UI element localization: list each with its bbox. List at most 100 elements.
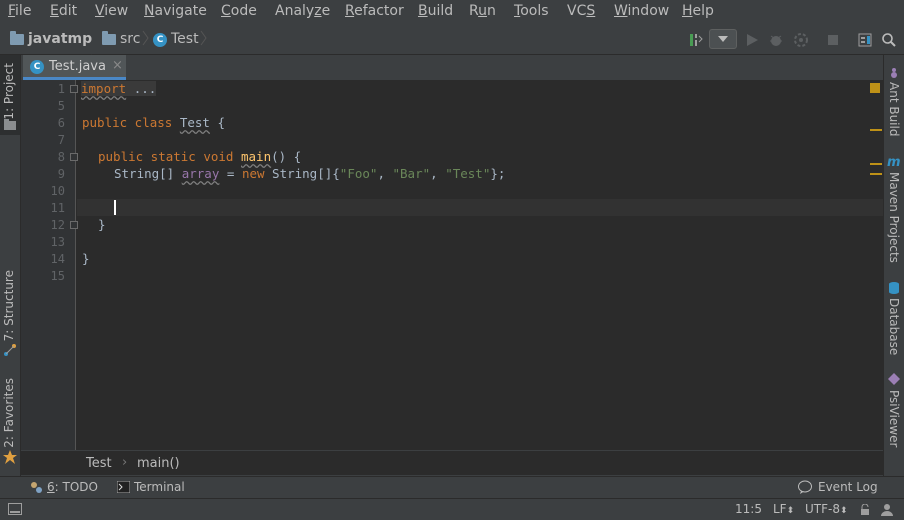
run-config-dropdown[interactable] [709, 29, 737, 49]
build-project-icon[interactable] [688, 32, 704, 48]
menu-vcs[interactable]: VCS [567, 3, 595, 19]
breadcrumb-separator: › [122, 455, 128, 470]
svg-text:m: m [887, 155, 901, 167]
line-number: 9 [57, 167, 65, 181]
code-line-array: String[] array = new String[]{"Foo", "Ba… [114, 166, 506, 181]
database-tool-label[interactable]: Database [887, 298, 901, 355]
breadcrumb-project[interactable]: javatmp [28, 31, 92, 47]
warning-marker[interactable] [870, 129, 882, 131]
folder-icon [102, 31, 116, 45]
terminal-icon [117, 481, 130, 493]
coverage-icon[interactable] [793, 32, 809, 48]
database-icon [889, 282, 899, 294]
toggle-tool-windows-icon[interactable] [8, 503, 22, 515]
class-icon: C [153, 33, 167, 47]
psi-viewer-tool-label[interactable]: PsiViewer [887, 390, 901, 447]
project-structure-icon[interactable] [857, 32, 873, 48]
ant-build-tool-label[interactable]: Ant Build [887, 82, 901, 136]
navigation-bar: javatmp src C Test [0, 24, 904, 70]
menu-help[interactable]: Help [682, 3, 714, 19]
line-number: 12 [50, 218, 65, 232]
breadcrumb-class[interactable]: Test [171, 31, 199, 47]
event-log-button[interactable]: Event Log [818, 480, 878, 494]
structure-icon [4, 344, 16, 356]
project-tool-icon [4, 119, 16, 130]
stop-icon[interactable] [825, 32, 841, 48]
psi-viewer-icon [888, 373, 900, 385]
menu-run[interactable]: Run [469, 3, 496, 19]
lock-icon[interactable] [860, 504, 870, 515]
menu-analyze[interactable]: Analyze [275, 3, 330, 19]
text-caret [114, 200, 116, 215]
code-line-close-class: } [82, 251, 90, 266]
todo-tool-button[interactable]: 6: TODO [47, 480, 98, 494]
code-line-main: public static void main() { [98, 149, 302, 164]
tool-window-bar: 6: TODO Terminal Event Log [0, 476, 904, 498]
warning-marker[interactable] [870, 173, 882, 175]
menu-tools[interactable]: Tools [514, 3, 549, 19]
caret-position[interactable]: 11:5 [735, 502, 762, 516]
todo-icon [31, 482, 42, 493]
chevron-right-icon [200, 30, 207, 46]
close-icon[interactable]: × [112, 58, 123, 73]
code-editor[interactable]: 1 5 6 7 8 9 10 11 12 13 14 15 import ...… [21, 80, 883, 450]
left-tool-strip: 1: Project 7: Structure 2: Favorites [0, 55, 21, 498]
project-tool-button[interactable]: 1: Project [0, 55, 20, 135]
project-tool-label: 1: Project [2, 63, 16, 120]
tab-test-java[interactable]: C Test.java × [23, 55, 126, 80]
current-line-highlight [77, 199, 883, 216]
maven-projects-tool-label[interactable]: Maven Projects [887, 172, 901, 263]
menu-build[interactable]: Build [418, 3, 453, 19]
line-separator-selector[interactable]: LF⬍ [773, 502, 794, 516]
favorites-tool-label[interactable]: 2: Favorites [2, 378, 16, 448]
breadcrumb-src[interactable]: src [120, 31, 140, 47]
status-bar: 11:5 LF⬍ UTF-8⬍ [0, 498, 904, 520]
editor-breadcrumbs: Test › main() [21, 450, 883, 475]
breadcrumb-class[interactable]: Test [86, 456, 112, 471]
debug-icon[interactable] [768, 32, 784, 48]
project-folder-icon [10, 31, 24, 45]
warning-marker[interactable] [870, 163, 882, 165]
maven-icon: m [887, 155, 901, 167]
code-line-class: public class Test { [82, 115, 226, 130]
chevron-right-icon [142, 30, 149, 46]
class-icon: C [30, 60, 44, 74]
menu-view[interactable]: View [95, 3, 128, 19]
right-tool-strip: Ant Build m Maven Projects Database PsiV… [883, 55, 904, 498]
inspection-profile-icon[interactable] [880, 503, 894, 516]
run-icon[interactable] [744, 32, 760, 48]
line-number: 7 [57, 133, 65, 147]
warning-status-icon[interactable] [870, 83, 880, 93]
fold-marker-icon[interactable] [70, 221, 78, 229]
line-number-gutter: 1 5 6 7 8 9 10 11 12 13 14 15 [21, 80, 78, 450]
chevron-down-icon [718, 36, 728, 42]
folded-import[interactable]: import ... [81, 81, 157, 96]
fold-marker-icon[interactable] [70, 85, 78, 93]
fold-marker-icon[interactable] [70, 153, 78, 161]
line-number: 5 [57, 99, 65, 113]
structure-tool-label[interactable]: 7: Structure [2, 270, 16, 341]
line-number: 13 [50, 235, 65, 249]
breadcrumb-method[interactable]: main() [137, 456, 180, 471]
terminal-tool-button[interactable]: Terminal [134, 480, 185, 494]
tab-label: Test.java [49, 59, 106, 74]
menu-refactor[interactable]: Refactor [345, 3, 404, 19]
code-line-close-method: } [98, 217, 106, 232]
line-number: 11 [50, 201, 65, 215]
menu-window[interactable]: Window [614, 3, 669, 19]
menu-file[interactable]: File [8, 3, 31, 19]
line-number: 1 [57, 82, 65, 96]
line-number: 6 [57, 116, 65, 130]
ant-icon [891, 68, 897, 78]
menu-code[interactable]: Code [221, 3, 257, 19]
menu-edit[interactable]: Edit [50, 3, 77, 19]
menu-navigate[interactable]: Navigate [144, 3, 207, 19]
encoding-selector[interactable]: UTF-8⬍ [805, 502, 848, 516]
line-number: 8 [57, 150, 65, 164]
line-number: 10 [50, 184, 65, 198]
line-number: 14 [50, 252, 65, 266]
menu-bar: File Edit View Navigate Code Analyze Ref… [0, 0, 904, 24]
search-icon[interactable] [881, 32, 897, 48]
star-icon [3, 450, 17, 464]
line-number: 15 [50, 269, 65, 283]
